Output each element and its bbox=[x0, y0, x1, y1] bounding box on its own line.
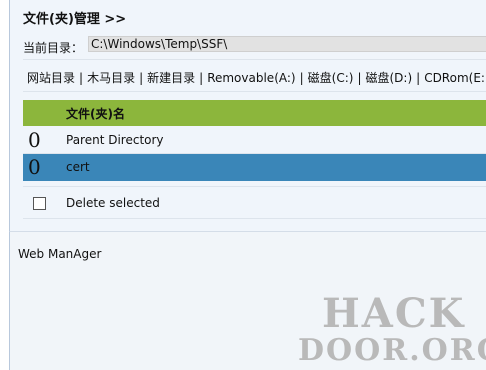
divider bbox=[23, 91, 486, 92]
row-count: 0 bbox=[28, 128, 41, 152]
select-all-checkbox[interactable] bbox=[33, 197, 46, 210]
row-name-link[interactable]: cert bbox=[66, 160, 90, 174]
delete-selected-button[interactable]: Delete selected bbox=[66, 196, 160, 210]
nav-separator: | bbox=[79, 71, 84, 85]
page-title: 文件(夹)管理 >> bbox=[23, 12, 127, 27]
divider bbox=[23, 218, 486, 219]
table-row-cert[interactable]: 0 cert bbox=[23, 154, 486, 181]
nav-separator: | bbox=[299, 71, 304, 85]
nav-link-drive-c[interactable]: 磁盘(C:) bbox=[308, 71, 354, 85]
divider bbox=[23, 186, 486, 187]
nav-separator: | bbox=[139, 71, 144, 85]
nav-link-drive-e[interactable]: CDRom(E:) bbox=[424, 71, 486, 85]
table-header: 文件(夹)名 bbox=[23, 100, 486, 126]
current-dir-input[interactable] bbox=[88, 36, 486, 52]
nav-link-trojan-dir[interactable]: 木马目录 bbox=[87, 71, 135, 85]
row-count: 0 bbox=[28, 155, 41, 179]
divider bbox=[23, 59, 486, 60]
nav-link-drive-d[interactable]: 磁盘(D:) bbox=[365, 71, 412, 85]
drive-nav: 网站目录 | 木马目录 | 新建目录 | Removable(A:) | 磁盘(C:) | 磁盘(D… bbox=[27, 69, 486, 86]
row-name-link[interactable]: Parent Directory bbox=[66, 133, 164, 147]
column-header-name: 文件(夹)名 bbox=[66, 107, 125, 121]
watermark-line-2: DOOR.ORG bbox=[298, 333, 486, 368]
nav-link-drive-a[interactable]: Removable(A:) bbox=[207, 71, 295, 85]
nav-link-new-dir[interactable]: 新建目录 bbox=[147, 71, 195, 85]
nav-separator: | bbox=[199, 71, 204, 85]
watermark-line-1: HACK bbox=[322, 290, 466, 337]
nav-separator: | bbox=[416, 71, 421, 85]
nav-link-site-dir[interactable]: 网站目录 bbox=[27, 71, 75, 85]
current-dir-label: 当前目录： bbox=[23, 41, 84, 55]
nav-separator: | bbox=[357, 71, 362, 85]
table-row-parent-directory[interactable]: 0 Parent Directory bbox=[23, 127, 486, 154]
footer-text: Web ManAger bbox=[18, 247, 102, 261]
